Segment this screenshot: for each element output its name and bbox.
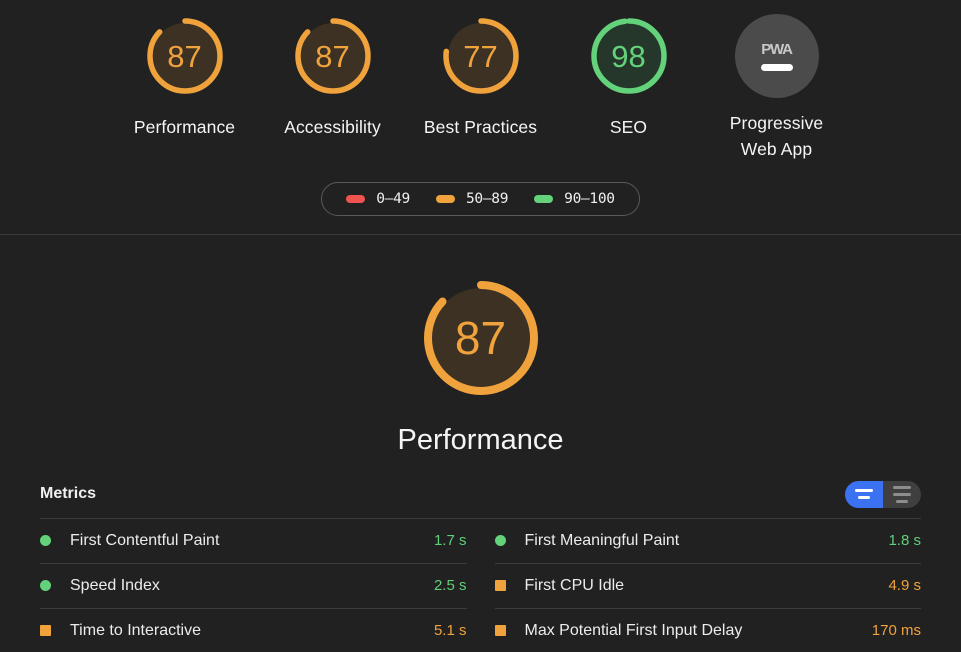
pwa-dash-icon <box>761 64 793 71</box>
metric-average-icon <box>495 625 506 636</box>
metric-name: Max Potential First Input Delay <box>525 622 862 640</box>
category-score: 87 <box>455 315 506 361</box>
metric-name: Time to Interactive <box>70 622 424 640</box>
metric-value: 4.9 s <box>888 577 921 594</box>
pwa-badge-text: PWA <box>761 42 792 57</box>
legend-label-pass: 90–100 <box>564 191 615 207</box>
gauge-label-seo: SEO <box>610 114 647 140</box>
category-gauge-block: 87 Performance <box>0 269 961 457</box>
gauge-label-best-practices: Best Practices <box>424 114 537 140</box>
metric-row[interactable]: Time to Interactive 5.1 s <box>40 609 467 652</box>
category-gauge-performance: 87 <box>412 269 550 407</box>
metrics-column-left: First Contentful Paint 1.7 s Speed Index 2.… <box>40 519 467 652</box>
gauge-arc-accessibility: 87 <box>287 10 379 102</box>
metric-row[interactable]: First CPU Idle 4.9 s <box>495 564 922 609</box>
legend-swatch-average <box>436 195 455 203</box>
gauge-arc-seo: 98 <box>583 10 675 102</box>
legend-item-average: 50–89 <box>436 191 508 207</box>
gauge-label-pwa: Progressive Web App <box>712 110 842 162</box>
metric-value: 1.7 s <box>434 532 467 549</box>
metric-average-icon <box>40 625 51 636</box>
expanded-view-icon[interactable] <box>883 481 921 508</box>
metric-pass-icon <box>495 535 506 546</box>
metric-pass-icon <box>40 580 51 591</box>
score-legend-row: 0–49 50–89 90–100 <box>0 182 961 216</box>
gauge-performance[interactable]: 87 Performance <box>111 10 259 140</box>
legend-swatch-pass <box>534 195 553 203</box>
metric-pass-icon <box>40 535 51 546</box>
gauge-score-performance: 87 <box>167 41 201 72</box>
gauge-accessibility[interactable]: 87 Accessibility <box>259 10 407 140</box>
gauge-score-seo: 98 <box>611 41 645 72</box>
legend-label-fail: 0–49 <box>376 191 410 207</box>
metrics-title: Metrics <box>40 485 96 503</box>
legend-label-average: 50–89 <box>466 191 508 207</box>
metrics-section: Metrics First Contentful Paint 1.7 s Speed… <box>40 481 921 652</box>
simple-view-icon[interactable] <box>845 481 883 508</box>
metric-name: First Contentful Paint <box>70 532 424 550</box>
metric-average-icon <box>495 580 506 591</box>
gauge-score-accessibility: 87 <box>315 41 349 72</box>
metric-row[interactable]: First Meaningful Paint 1.8 s <box>495 519 922 564</box>
metrics-view-toggle[interactable] <box>845 481 921 508</box>
metric-value: 2.5 s <box>434 577 467 594</box>
category-title: Performance <box>397 425 563 457</box>
legend-item-pass: 90–100 <box>534 191 615 207</box>
summary-section: 87 Performance 87 Accessibility 77 <box>0 0 961 235</box>
gauge-label-performance: Performance <box>134 114 235 140</box>
gauge-best-practices[interactable]: 77 Best Practices <box>407 10 555 140</box>
gauge-pwa[interactable]: PWA Progressive Web App <box>703 10 851 162</box>
metric-name: First CPU Idle <box>525 577 879 595</box>
metric-value: 1.8 s <box>888 532 921 549</box>
metric-value: 5.1 s <box>434 622 467 639</box>
gauge-score-best-practices: 77 <box>463 41 497 72</box>
legend-swatch-fail <box>346 195 365 203</box>
gauge-seo[interactable]: 98 SEO <box>555 10 703 140</box>
metrics-grid: First Contentful Paint 1.7 s Speed Index 2.… <box>40 518 921 652</box>
pwa-logo-icon: PWA <box>735 14 819 98</box>
metrics-header: Metrics <box>40 481 921 518</box>
metric-row[interactable]: Speed Index 2.5 s <box>40 564 467 609</box>
gauge-label-accessibility: Accessibility <box>284 114 381 140</box>
metrics-column-right: First Meaningful Paint 1.8 s First CPU Idl… <box>495 519 922 652</box>
legend-item-fail: 0–49 <box>346 191 410 207</box>
metric-row[interactable]: Max Potential First Input Delay 170 ms <box>495 609 922 652</box>
score-gauges: 87 Performance 87 Accessibility 77 <box>0 10 961 162</box>
metric-row[interactable]: First Contentful Paint 1.7 s <box>40 519 467 564</box>
score-legend: 0–49 50–89 90–100 <box>321 182 639 216</box>
metric-name: First Meaningful Paint <box>525 532 879 550</box>
performance-category-section: 87 Performance Metrics First Contentful … <box>0 235 961 652</box>
gauge-arc-performance: 87 <box>139 10 231 102</box>
metric-value: 170 ms <box>872 622 921 639</box>
gauge-arc-best-practices: 77 <box>435 10 527 102</box>
metric-name: Speed Index <box>70 577 424 595</box>
